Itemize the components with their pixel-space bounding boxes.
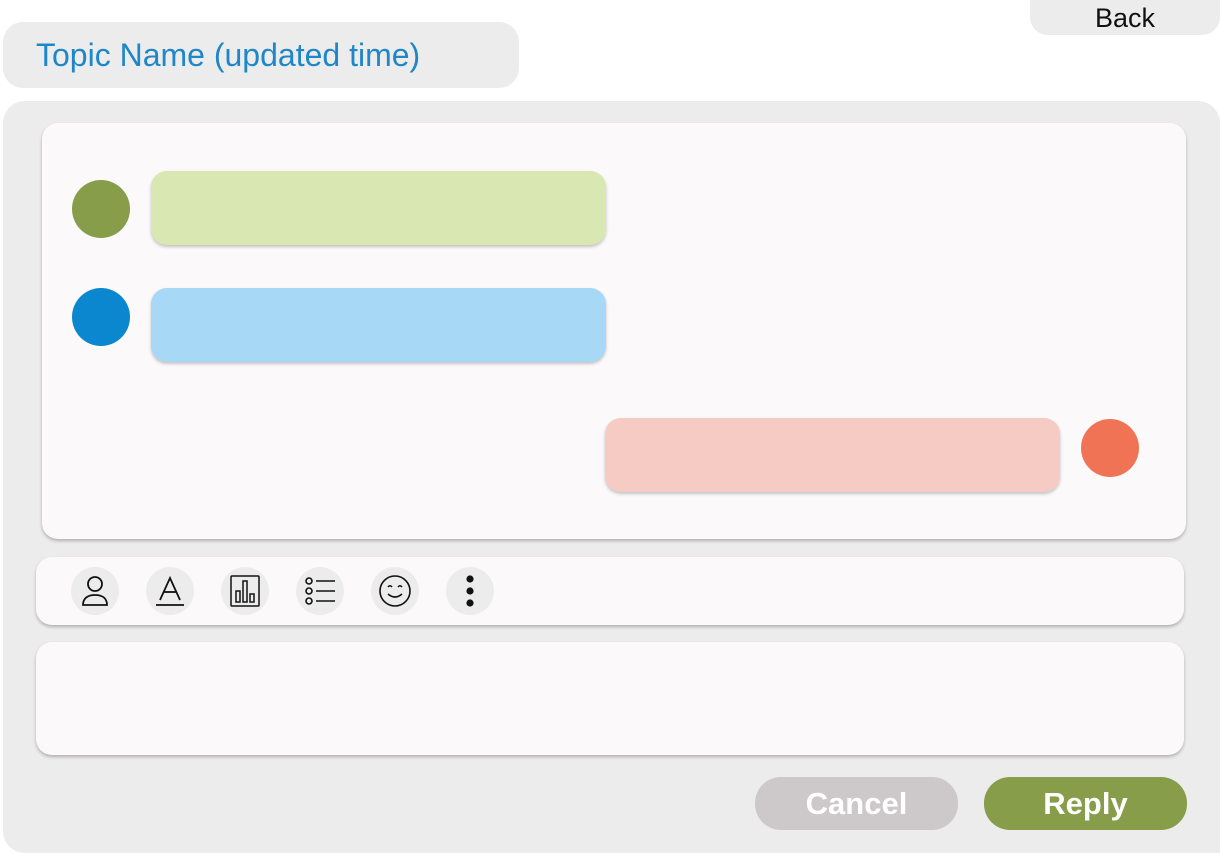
chart-button[interactable] xyxy=(221,567,269,615)
message-bubble xyxy=(605,418,1060,492)
person-icon xyxy=(79,574,111,608)
thread-page: Back Topic Name (updated time) Cancel Re… xyxy=(0,0,1220,853)
list-icon xyxy=(304,575,336,607)
cancel-button[interactable]: Cancel xyxy=(755,777,958,830)
text-format-button[interactable] xyxy=(146,567,194,615)
topic-header: Topic Name (updated time) xyxy=(3,22,519,88)
avatar[interactable] xyxy=(72,288,130,346)
reply-button[interactable]: Reply xyxy=(984,777,1187,830)
text-format-icon xyxy=(154,574,186,608)
formatting-toolbar xyxy=(36,557,1184,625)
page-title: Topic Name (updated time) xyxy=(36,36,421,73)
mention-button[interactable] xyxy=(71,567,119,615)
reply-input[interactable] xyxy=(36,642,1184,755)
more-options-button[interactable] xyxy=(446,567,494,615)
emoji-icon xyxy=(378,574,412,608)
bar-chart-icon xyxy=(230,575,260,607)
more-vertical-icon xyxy=(465,574,475,608)
message-list xyxy=(42,123,1186,539)
list-button[interactable] xyxy=(296,567,344,615)
thread-panel: Cancel Reply xyxy=(3,101,1220,853)
avatar[interactable] xyxy=(72,180,130,238)
message-bubble xyxy=(151,171,606,245)
avatar[interactable] xyxy=(1081,419,1139,477)
emoji-button[interactable] xyxy=(371,567,419,615)
back-button[interactable]: Back xyxy=(1030,0,1220,35)
message-bubble xyxy=(151,288,606,362)
